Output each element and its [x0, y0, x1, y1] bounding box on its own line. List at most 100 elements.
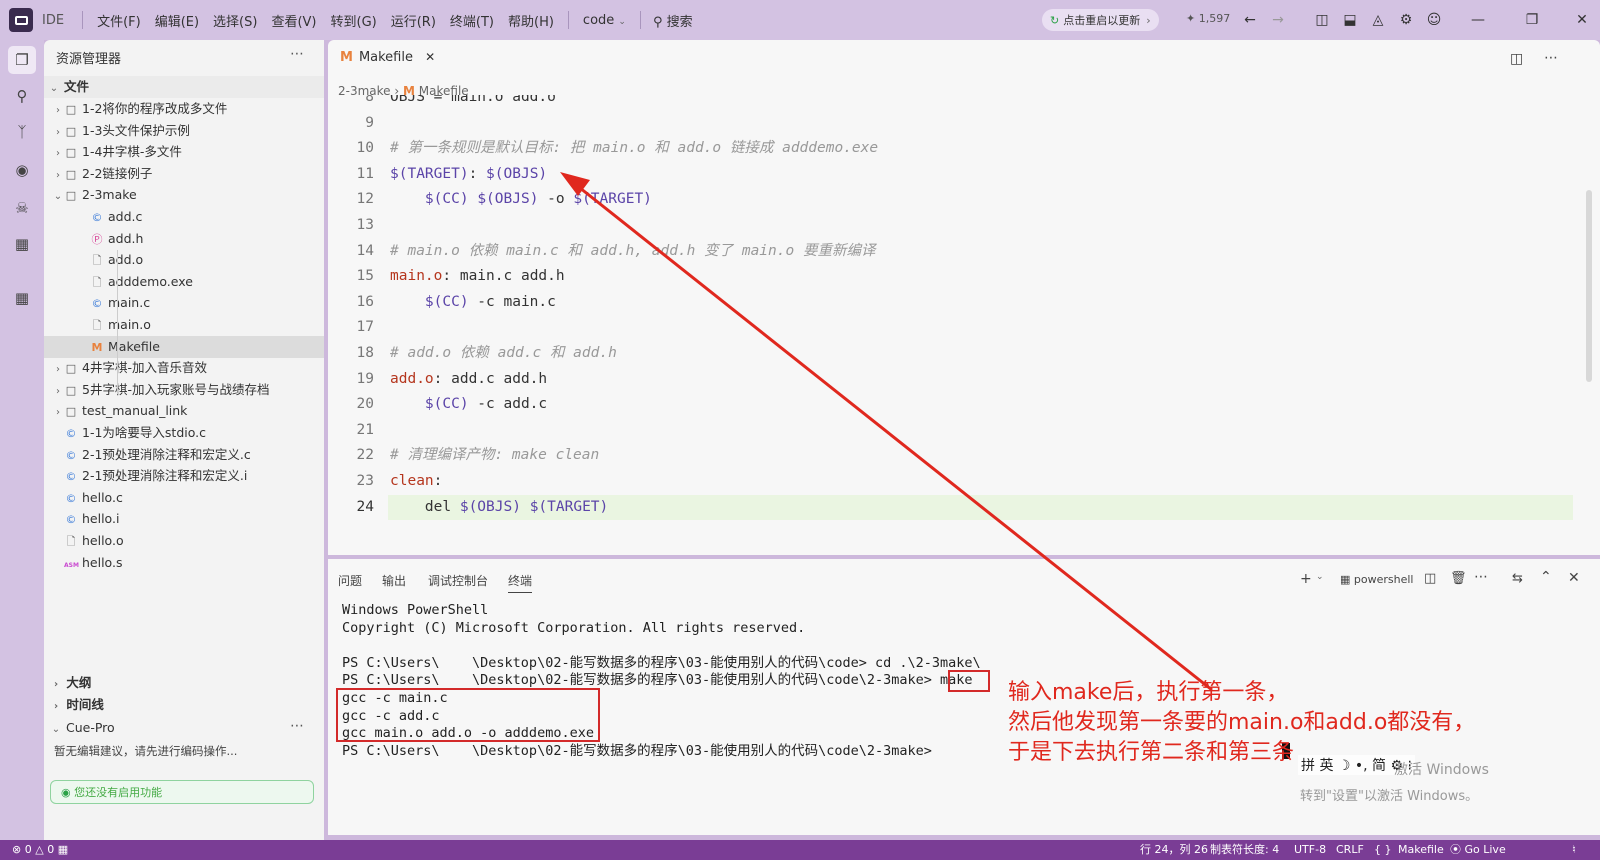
tree-file[interactable]: © main.c: [44, 292, 324, 314]
cue-more-icon[interactable]: ⋯: [290, 718, 304, 734]
go-live[interactable]: ⦿ Go Live: [1450, 840, 1506, 860]
tree-file[interactable]: 🗋 adddemo.exe: [44, 271, 324, 293]
tree-folder[interactable]: › □ 4井字棋-加入音乐音效: [44, 357, 324, 379]
close-tab-icon[interactable]: ✕: [425, 50, 435, 64]
menu-terminal[interactable]: 终端(T): [450, 11, 494, 30]
tree-folder[interactable]: › □ 2-2链接例子: [44, 163, 324, 185]
debug-bug-icon[interactable]: ☠: [8, 194, 36, 222]
tab-output[interactable]: 输出: [382, 572, 406, 589]
tree-file[interactable]: © hello.c: [44, 487, 324, 509]
code-line[interactable]: 20 $(CC) -c add.c: [328, 392, 1573, 418]
code-line[interactable]: 12 $(CC) $(OBJS) -o $(TARGET): [328, 187, 1573, 213]
settings-gear-icon[interactable]: ⚙: [1396, 10, 1416, 30]
language-mode[interactable]: Makefile: [1398, 840, 1444, 860]
back-arrow-icon[interactable]: ←: [1240, 10, 1260, 30]
code-line[interactable]: 9: [328, 111, 1573, 137]
star-count[interactable]: ✦ 1,597: [1186, 12, 1230, 25]
timeline-section[interactable]: › 时间线: [50, 694, 104, 713]
code-line[interactable]: 16 $(CC) -c main.c: [328, 290, 1573, 316]
tree-folder[interactable]: › □ 1-3头文件保护示例: [44, 120, 324, 142]
editor-scrollbar[interactable]: [1586, 190, 1592, 382]
cursor-position[interactable]: 行 24，列 26: [1140, 840, 1208, 860]
code-line[interactable]: 19 add.o: add.c add.h: [328, 367, 1573, 393]
tree-folder[interactable]: › □ 5井字棋-加入玩家账号与战绩存档: [44, 379, 324, 401]
more-actions-icon[interactable]: ⋯: [290, 46, 304, 62]
code-view[interactable]: 8 OBJS = main.o add.o 9 10 # 第一条规则是默认目标: 把 m…: [328, 95, 1573, 553]
toggle-secondary-sidebar-icon[interactable]: ◬: [1368, 10, 1388, 30]
code-line[interactable]: 21: [328, 418, 1573, 444]
code-line[interactable]: 17: [328, 315, 1573, 341]
chevron-down-icon[interactable]: ⌄: [1316, 572, 1324, 582]
code-line[interactable]: 23 clean:: [328, 469, 1573, 495]
cue-pro-section[interactable]: ⌄ Cue-Pro: [50, 720, 115, 735]
code-line[interactable]: 10 # 第一条规则是默认目标: 把 main.o 和 add.o 链接成 add…: [328, 136, 1573, 162]
menu-selection[interactable]: 选择(S): [213, 11, 257, 30]
code-line[interactable]: 18 # add.o 依赖 add.c 和 add.h: [328, 341, 1573, 367]
menu-edit[interactable]: 编辑(E): [155, 11, 199, 30]
search-box[interactable]: ⚲ 搜索: [653, 11, 693, 30]
tree-file[interactable]: 🗋 add.o: [44, 249, 324, 271]
code-line[interactable]: 8 OBJS = main.o add.o: [328, 95, 1573, 111]
menu-view[interactable]: 查看(V): [271, 11, 316, 30]
code-line[interactable]: 13: [328, 213, 1573, 239]
source-control-icon[interactable]: ᛉ: [8, 118, 36, 146]
toggle-panel-icon[interactable]: ⬓: [1340, 10, 1360, 30]
tree-file[interactable]: © 2-1预处理消除注释和宏定义.c: [44, 444, 324, 466]
tab-makefile[interactable]: M Makefile ✕: [340, 50, 435, 65]
new-terminal-icon[interactable]: +: [1300, 571, 1312, 587]
problems-status[interactable]: ⊗ 0 △ 0 ▦: [12, 840, 68, 860]
explorer-root[interactable]: ⌄ 文件: [44, 76, 324, 98]
tree-folder[interactable]: › □ test_manual_link: [44, 400, 324, 422]
extensions-icon[interactable]: ▦: [8, 284, 36, 312]
search-icon[interactable]: ⚲: [8, 82, 36, 110]
tab-debug-console[interactable]: 调试控制台: [428, 572, 488, 589]
split-terminal-icon[interactable]: ◫: [1424, 571, 1436, 586]
trash-icon[interactable]: 🗑: [1450, 571, 1467, 586]
menu-go[interactable]: 转到(G): [331, 11, 377, 30]
account-icon[interactable]: ☺: [1424, 10, 1444, 30]
tree-file[interactable]: © 2-1预处理消除注释和宏定义.i: [44, 465, 324, 487]
tree-folder[interactable]: › □ 1-2将你的程序改成多文件: [44, 98, 324, 120]
tab-terminal[interactable]: 终端: [508, 572, 533, 593]
remote-monitor-icon[interactable]: ▦: [8, 230, 36, 258]
minimize-icon[interactable]: —: [1468, 10, 1488, 30]
outline-section[interactable]: › 大纲: [50, 672, 91, 691]
tab-size[interactable]: 制表符长度: 4: [1210, 840, 1279, 860]
toggle-sidebar-icon[interactable]: ◫: [1312, 10, 1332, 30]
code-line[interactable]: 15 main.o: main.c add.h: [328, 264, 1573, 290]
forward-arrow-icon[interactable]: →: [1268, 10, 1288, 30]
maximize-panel-icon[interactable]: ⌃: [1540, 569, 1552, 585]
tree-file[interactable]: © hello.i: [44, 508, 324, 530]
eol[interactable]: CRLF: [1336, 840, 1364, 860]
menu-help[interactable]: 帮助(H): [508, 11, 554, 30]
tree-file[interactable]: ASM hello.s: [44, 552, 324, 574]
menu-run[interactable]: 运行(R): [391, 11, 436, 30]
split-editor-icon[interactable]: ◫: [1510, 51, 1523, 67]
restart-update-button[interactable]: ↻ 点击重启以更新 ›: [1042, 9, 1159, 31]
tree-file[interactable]: M Makefile: [44, 335, 324, 358]
tree-file[interactable]: 🗋 main.o: [44, 314, 324, 336]
code-line[interactable]: 24 del $(OBJS) $(TARGET): [357, 494, 1573, 521]
close-window-icon[interactable]: ✕: [1572, 10, 1592, 30]
shell-selector[interactable]: ▦ powershell: [1340, 573, 1414, 586]
tree-file[interactable]: Ⓟadd.h: [44, 228, 324, 250]
code-line[interactable]: 11 $(TARGET): $(OBJS): [328, 162, 1573, 188]
panel-layout-icon[interactable]: ⇆: [1512, 571, 1523, 586]
tree-folder[interactable]: ⌄ □ 2-3make: [44, 184, 324, 206]
language-braces[interactable]: { }: [1374, 840, 1392, 860]
tree-file[interactable]: 🗋 hello.o: [44, 530, 324, 552]
notifications-bell-icon[interactable]: ♮: [1572, 840, 1576, 860]
close-panel-icon[interactable]: ✕: [1568, 570, 1580, 586]
encoding[interactable]: UTF-8: [1294, 840, 1326, 860]
eye-icon[interactable]: ◉: [8, 156, 36, 184]
workspace-selector[interactable]: code ⌄: [583, 13, 626, 28]
tree-file[interactable]: © add.c: [44, 206, 324, 228]
editor-more-icon[interactable]: ⋯: [1544, 50, 1558, 66]
explorer-icon[interactable]: ❐: [8, 46, 36, 74]
cue-enable-box[interactable]: ◉ 您还没有启用功能: [50, 780, 314, 804]
code-line[interactable]: 14 # main.o 依赖 main.c 和 add.h, add.h 变了 m…: [328, 239, 1573, 265]
menu-file[interactable]: 文件(F): [97, 11, 141, 30]
terminal-more-icon[interactable]: ⋯: [1474, 569, 1488, 585]
tree-folder[interactable]: › □ 1-4井字棋-多文件: [44, 141, 324, 163]
tree-file[interactable]: © 1-1为啥要导入stdio.c: [44, 422, 324, 444]
